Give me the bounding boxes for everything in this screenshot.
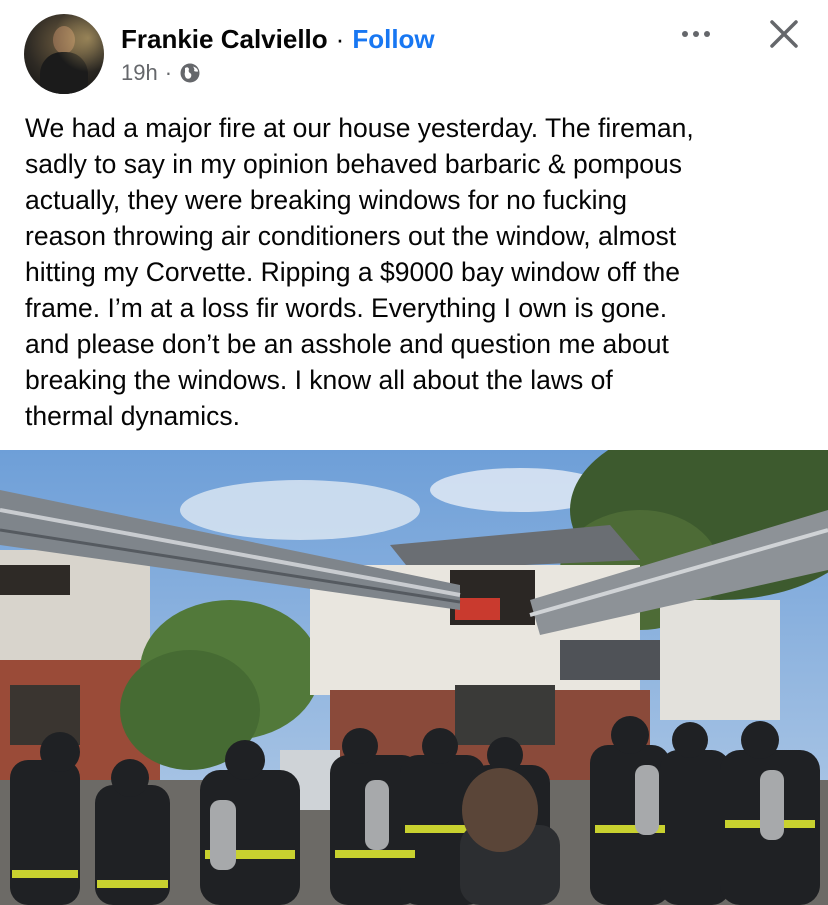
avatar[interactable] <box>24 14 104 94</box>
post-text: We had a major fire at our house yesterd… <box>25 113 694 431</box>
meta-separator: · <box>164 60 173 85</box>
name-separator: · <box>335 23 345 54</box>
author-name[interactable]: Frankie Calviello <box>121 24 328 55</box>
author-row: Frankie Calviello · Follow <box>121 22 435 56</box>
post-header: Frankie Calviello · Follow 19h · <box>0 0 828 105</box>
globe-icon <box>179 62 201 84</box>
more-dot <box>682 31 688 37</box>
more-options-icon[interactable] <box>676 22 716 46</box>
post-meta: 19h · <box>121 60 201 86</box>
post-photo[interactable] <box>0 450 828 905</box>
close-icon[interactable] <box>764 14 804 54</box>
avatar-light <box>24 14 104 94</box>
more-dot <box>704 31 710 37</box>
follow-button[interactable]: Follow <box>352 24 434 55</box>
post-timestamp[interactable]: 19h <box>121 60 158 86</box>
more-dot <box>693 31 699 37</box>
